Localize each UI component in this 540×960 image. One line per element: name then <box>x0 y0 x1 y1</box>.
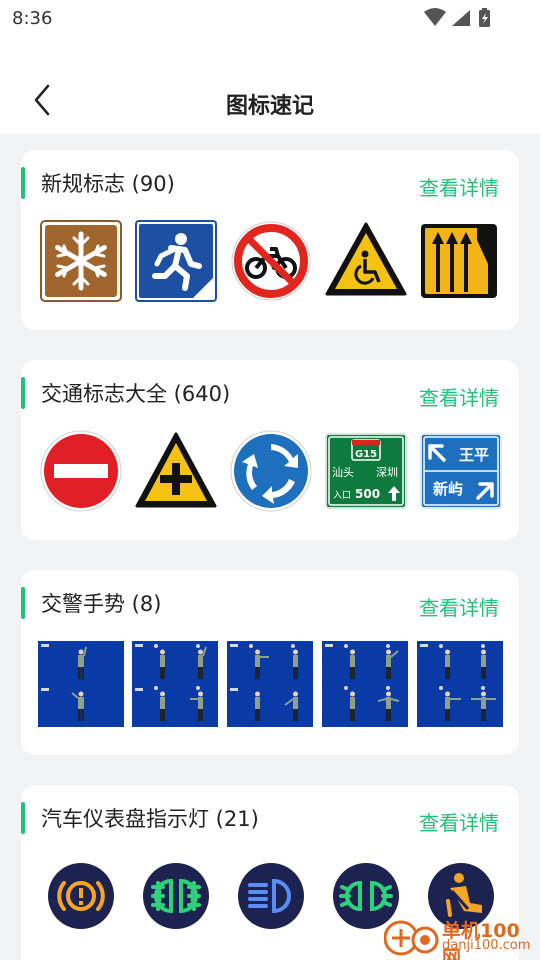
high-beam-indicator-icon[interactable] <box>236 861 306 931</box>
view-details-link[interactable]: 查看详情 <box>419 172 499 201</box>
status-time: 8:36 <box>12 8 53 29</box>
police-gesture-image[interactable] <box>38 641 124 727</box>
snowflake-sign-icon[interactable] <box>40 220 122 302</box>
view-details-link[interactable]: 查看详情 <box>419 382 499 411</box>
section-title: 新规标志 (90) <box>41 172 175 196</box>
status-bar: 8:36 <box>0 0 540 36</box>
cellular-signal-icon <box>452 10 470 26</box>
app-bar: 图标速记 <box>0 36 540 134</box>
g15-route-code: G15 <box>355 449 377 460</box>
view-details-link[interactable]: 查看详情 <box>419 807 499 836</box>
disabled-warning-sign-icon[interactable] <box>325 220 407 302</box>
section-accent-bar <box>21 377 25 409</box>
g15-entrance-label: 入口 <box>333 490 351 501</box>
site-watermark: 单机100网 danji100.com <box>384 914 534 960</box>
section-accent-bar <box>21 802 25 834</box>
section-police-gestures: 交警手势 (8) 查看详情 <box>21 570 519 755</box>
section-title: 交警手势 (8) <box>41 592 162 616</box>
section-new-rules: 新规标志 (90) 查看详情 <box>21 150 519 330</box>
lane-merge-sign-icon[interactable] <box>420 220 502 302</box>
g15-right-destination: 深圳 <box>376 466 398 479</box>
direction-bottom-destination: 新屿 <box>433 480 463 498</box>
police-gesture-image[interactable] <box>417 641 503 727</box>
g15-distance: 500 <box>355 487 380 501</box>
parking-brake-warning-icon[interactable] <box>46 861 116 931</box>
page-title: 图标速记 <box>225 94 314 119</box>
watermark-logo-icon <box>384 920 439 956</box>
section-accent-bar <box>21 167 25 199</box>
no-entry-sign-icon[interactable] <box>40 430 122 512</box>
status-icons <box>422 7 502 29</box>
police-gesture-image[interactable] <box>227 641 313 727</box>
g15-left-destination: 汕头 <box>332 466 354 479</box>
section-accent-bar <box>21 587 25 619</box>
view-details-link[interactable]: 查看详情 <box>419 592 499 621</box>
police-gesture-image[interactable] <box>132 641 218 727</box>
roundabout-sign-icon[interactable] <box>230 430 312 512</box>
no-motorcycle-sign-icon[interactable] <box>230 220 312 302</box>
section-title: 交通标志大全 (640) <box>41 382 231 406</box>
watermark-url: danji100.com <box>442 938 531 953</box>
section-traffic-signs: 交通标志大全 (640) 查看详情 G15 汕头 深圳 入口 500 王平 新屿 <box>21 360 519 540</box>
g15-expressway-sign[interactable]: G15 汕头 深圳 入口 500 <box>325 430 407 512</box>
front-fog-light-icon[interactable] <box>141 861 211 931</box>
direction-guide-sign[interactable]: 王平 新屿 <box>420 430 502 512</box>
crossroad-warning-sign-icon[interactable] <box>135 430 217 512</box>
wifi-icon <box>424 8 446 26</box>
battery-icon <box>479 8 490 27</box>
direction-top-destination: 王平 <box>459 446 489 464</box>
police-gesture-image[interactable] <box>322 641 408 727</box>
section-title: 汽车仪表盘指示灯 (21) <box>41 807 259 831</box>
emergency-exit-sign-icon[interactable] <box>135 220 217 302</box>
